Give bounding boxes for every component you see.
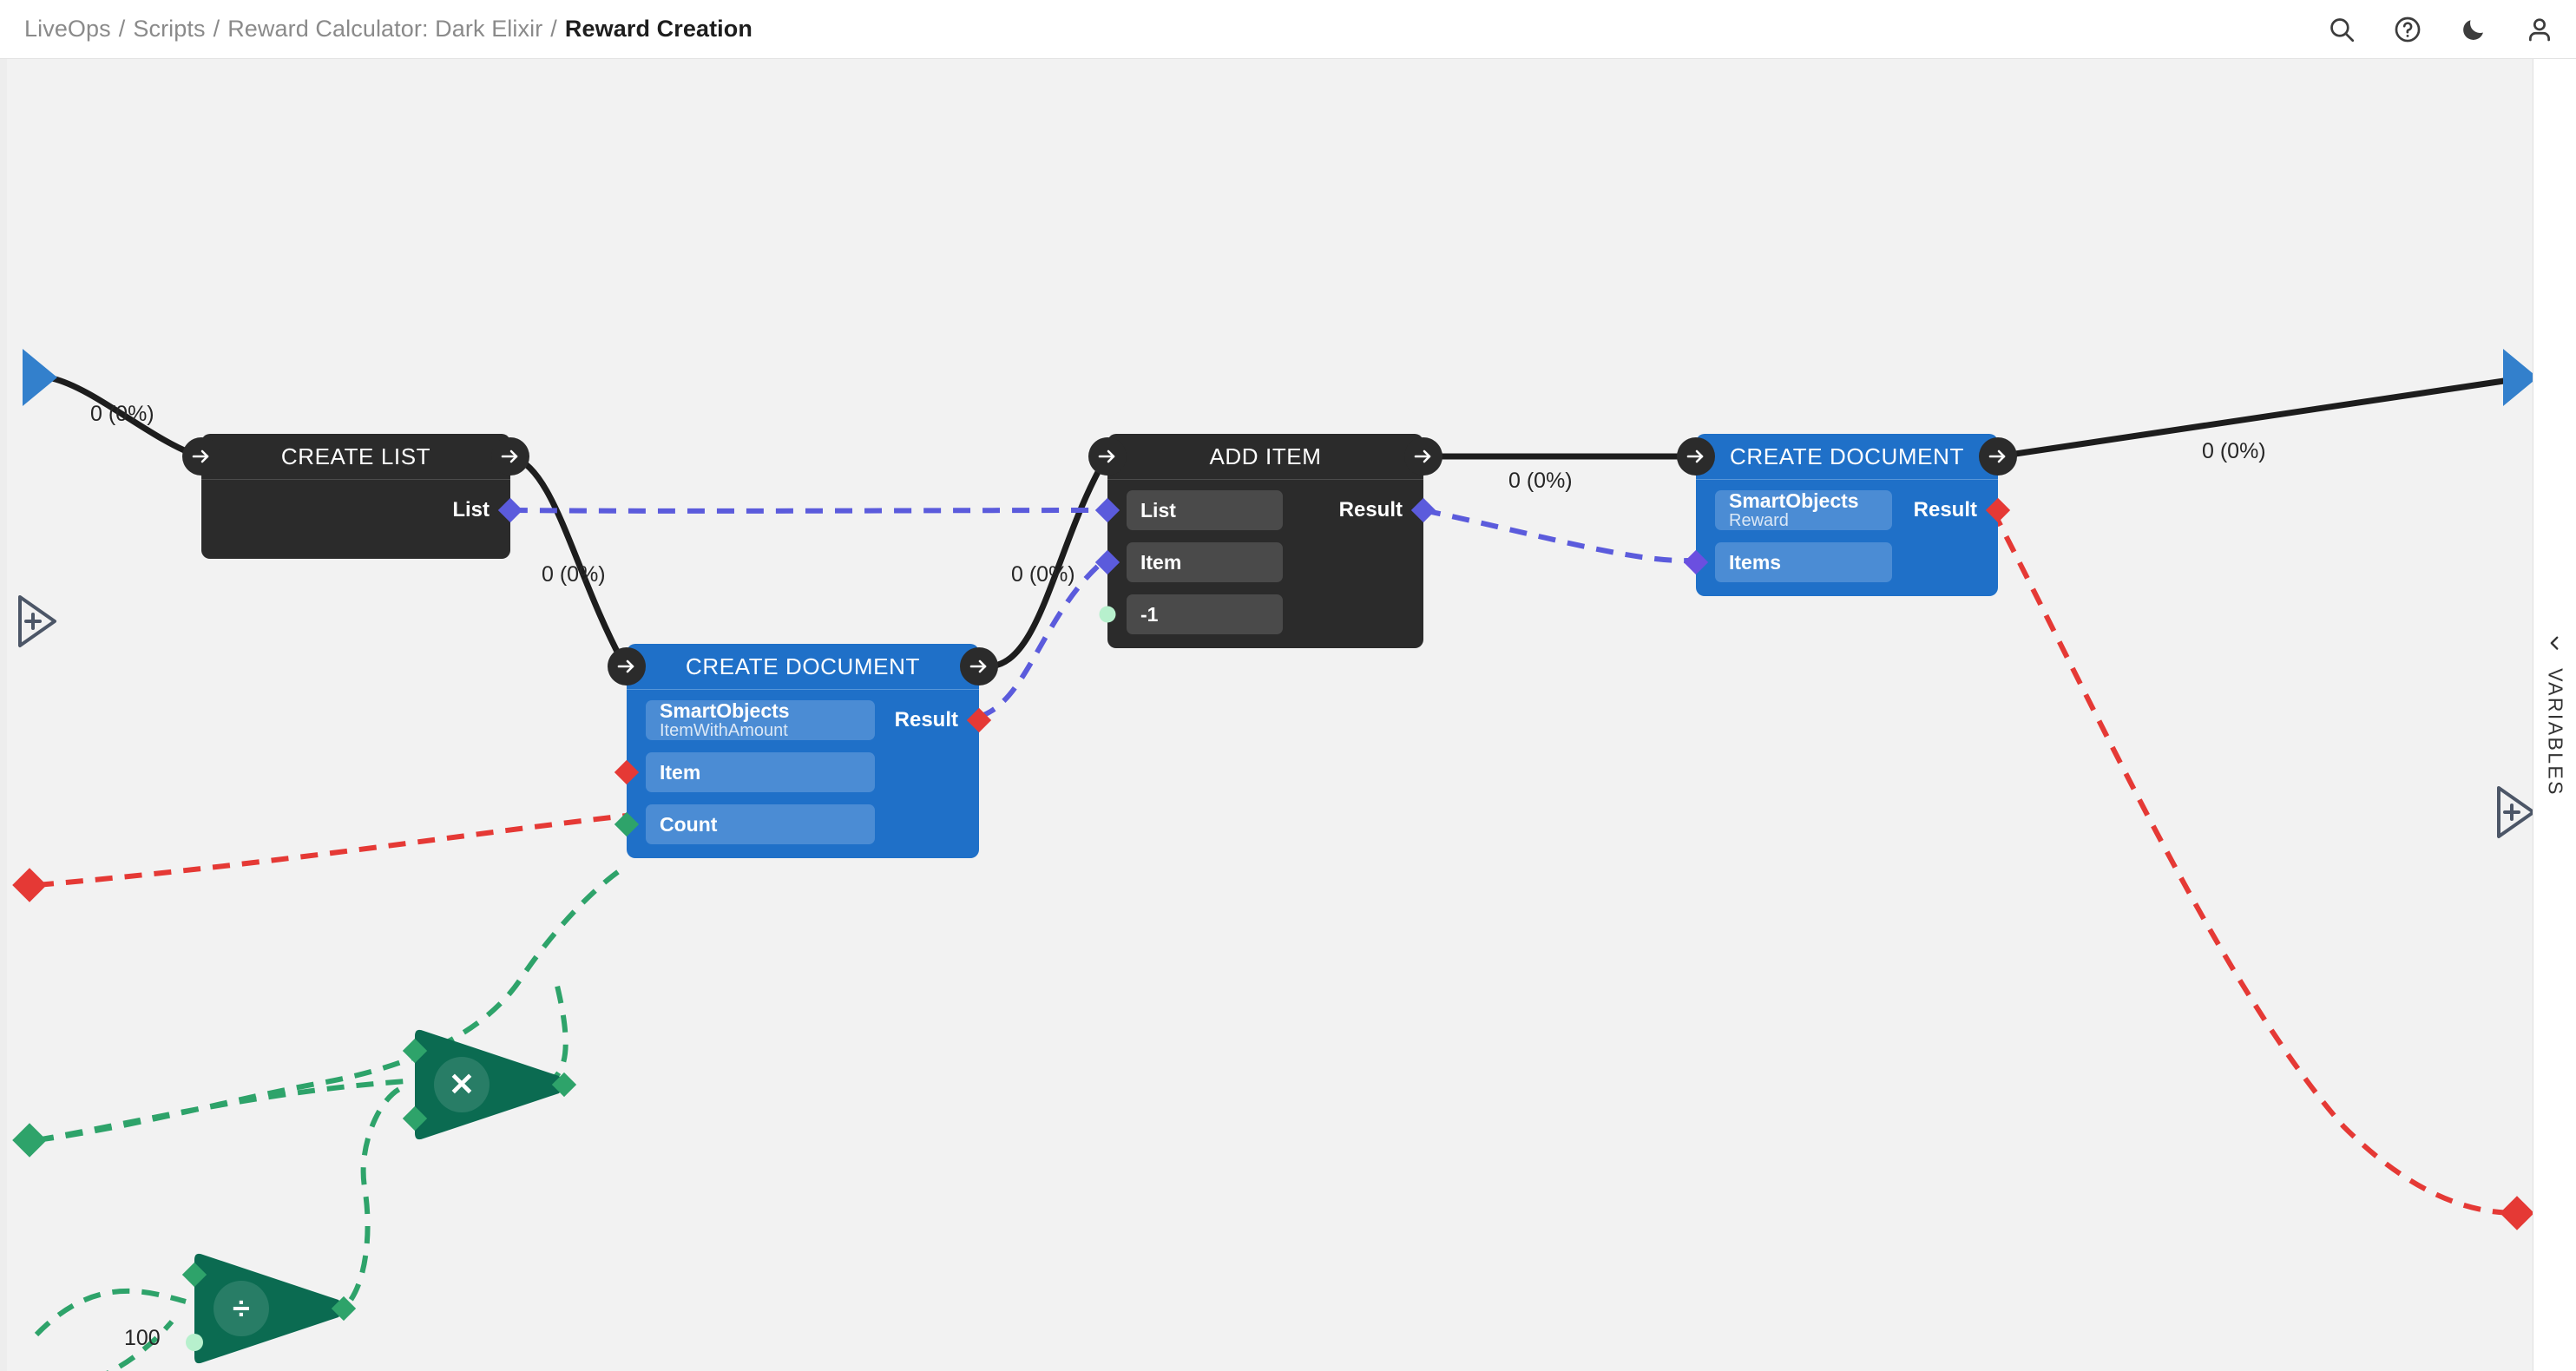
edge-label-create-list-to-create-document: 0 (0%)	[542, 562, 606, 587]
edge-label-add-item-to-create-document-reward: 0 (0%)	[1508, 469, 1573, 493]
breadcrumb-separator: /	[550, 16, 557, 42]
graph-edges	[34, 375, 2522, 1371]
field-item-label: Item	[1140, 550, 1182, 574]
divide-input-port-b[interactable]	[186, 1334, 203, 1352]
node-create-document-reward-header[interactable]: CREATE DOCUMENT	[1677, 434, 2017, 479]
field-count-label: Count	[660, 812, 718, 836]
multiply-node[interactable]: ✕	[402, 1024, 577, 1145]
breadcrumb-item-scripts[interactable]: Scripts	[133, 16, 205, 43]
node-create-document-item-header[interactable]: CREATE DOCUMENT	[608, 644, 998, 689]
node-create-document-reward-body: SmartObjects Reward Result Items	[1683, 479, 2011, 596]
graph-canvas[interactable]: 0 (0%) 0 (0%) 0 (0%) 0 (0%) 0 (0%) CREAT…	[0, 59, 2576, 1371]
node-create-document-item[interactable]: CREATE DOCUMENT SmartObjects ItemWithAmo…	[608, 644, 998, 858]
chevron-icon[interactable]	[2546, 633, 2565, 653]
divide-node[interactable]: ÷	[181, 1248, 357, 1369]
exec-input-port[interactable]	[608, 647, 646, 686]
variables-panel-label: VARIABLES	[2544, 668, 2566, 797]
breadcrumb-separator: /	[118, 16, 126, 42]
node-add-item-body: List Result Item -1	[1094, 479, 1436, 648]
divide-constant-label: 100	[124, 1326, 161, 1350]
account-icon[interactable]	[2522, 12, 2557, 47]
search-icon[interactable]	[2324, 12, 2359, 47]
field-list-label: List	[1140, 498, 1176, 522]
output-label-result: Result	[1913, 498, 1977, 522]
edge-label-entry-to-create-list: 0 (0%)	[90, 402, 154, 426]
field-item[interactable]: Item	[646, 752, 875, 792]
node-create-list-body: List	[201, 479, 523, 559]
node-row-index: -1	[1099, 594, 1423, 634]
output-label-result: Result	[894, 708, 958, 731]
field-smartobjects-value: ItemWithAmount	[660, 721, 788, 740]
node-create-list[interactable]: CREATE LIST List	[182, 434, 529, 559]
variables-panel-toggle[interactable]: VARIABLES	[2533, 59, 2576, 1371]
top-bar: LiveOps / Scripts / Reward Calculator: D…	[0, 0, 2576, 59]
exec-output-port[interactable]	[960, 647, 998, 686]
node-row-item: Item	[614, 752, 979, 792]
field-index[interactable]: -1	[1127, 594, 1283, 634]
field-smartobjects[interactable]: SmartObjects Reward	[1715, 489, 1892, 530]
field-items[interactable]: Items	[1715, 542, 1892, 582]
node-row-smartobjects: SmartObjects Reward Result	[1696, 489, 2011, 530]
field-index-value: -1	[1140, 602, 1159, 626]
breadcrumb-item-liveops[interactable]: LiveOps	[24, 16, 111, 43]
help-icon[interactable]	[2390, 12, 2425, 47]
node-create-document-item-body: SmartObjects ItemWithAmount Result Item …	[614, 689, 992, 858]
exec-output-port[interactable]	[491, 437, 529, 476]
input-port-index[interactable]	[1099, 606, 1116, 623]
field-smartobjects-label: SmartObjects	[660, 699, 790, 722]
node-row-list: List Result	[1094, 490, 1436, 530]
node-add-item[interactable]: ADD ITEM List Result Item -1	[1088, 434, 1442, 648]
field-item-label: Item	[660, 760, 701, 784]
node-row-smartobjects: SmartObjects ItemWithAmount Result	[627, 699, 992, 740]
node-create-document-reward[interactable]: CREATE DOCUMENT SmartObjects Reward Resu…	[1677, 434, 2017, 596]
node-create-document-item-title: CREATE DOCUMENT	[686, 653, 920, 679]
add-entry-point-left-icon[interactable]	[14, 590, 61, 653]
node-row-output-list: List	[201, 490, 523, 530]
entry-point-triangle[interactable]	[19, 344, 61, 411]
breadcrumb-separator: /	[213, 16, 220, 42]
exec-output-port[interactable]	[1404, 437, 1442, 476]
edge-label-create-document-to-add-item: 0 (0%)	[1011, 562, 1075, 587]
edge-label-create-document-reward-to-exit: 0 (0%)	[2202, 439, 2266, 463]
node-create-document-reward-title: CREATE DOCUMENT	[1730, 443, 1964, 469]
field-items-label: Items	[1729, 550, 1782, 574]
exec-input-port[interactable]	[182, 437, 220, 476]
top-bar-actions	[2324, 12, 2557, 47]
field-smartobjects-label: SmartObjects	[1729, 489, 1859, 512]
multiply-icon: ✕	[433, 1057, 490, 1112]
node-create-list-title: CREATE LIST	[280, 443, 431, 469]
breadcrumb: LiveOps / Scripts / Reward Calculator: D…	[24, 16, 752, 43]
variables-panel-inner: VARIABLES	[2543, 633, 2566, 797]
field-item[interactable]: Item	[1127, 542, 1283, 582]
breadcrumb-item-current: Reward Creation	[564, 16, 752, 42]
dark-mode-icon[interactable]	[2456, 12, 2491, 47]
field-count[interactable]: Count	[646, 804, 875, 844]
node-row-items: Items	[1683, 542, 1998, 582]
node-row-count: Count	[614, 804, 979, 844]
output-label-list: List	[452, 498, 490, 522]
node-create-list-header[interactable]: CREATE LIST	[182, 434, 529, 479]
exec-input-port[interactable]	[1088, 437, 1127, 476]
field-list[interactable]: List	[1127, 490, 1283, 530]
field-smartobjects-value: Reward	[1729, 511, 1789, 530]
output-label-result: Result	[1338, 498, 1403, 522]
breadcrumb-item-reward-calculator[interactable]: Reward Calculator: Dark Elixir	[227, 16, 542, 43]
node-row-item: Item	[1094, 542, 1423, 582]
node-add-item-title: ADD ITEM	[1209, 443, 1322, 469]
exec-output-port[interactable]	[1979, 437, 2017, 476]
divide-icon: ÷	[213, 1281, 269, 1336]
field-smartobjects[interactable]: SmartObjects ItemWithAmount	[646, 699, 875, 740]
exec-input-port[interactable]	[1677, 437, 1715, 476]
node-add-item-header[interactable]: ADD ITEM	[1088, 434, 1442, 479]
